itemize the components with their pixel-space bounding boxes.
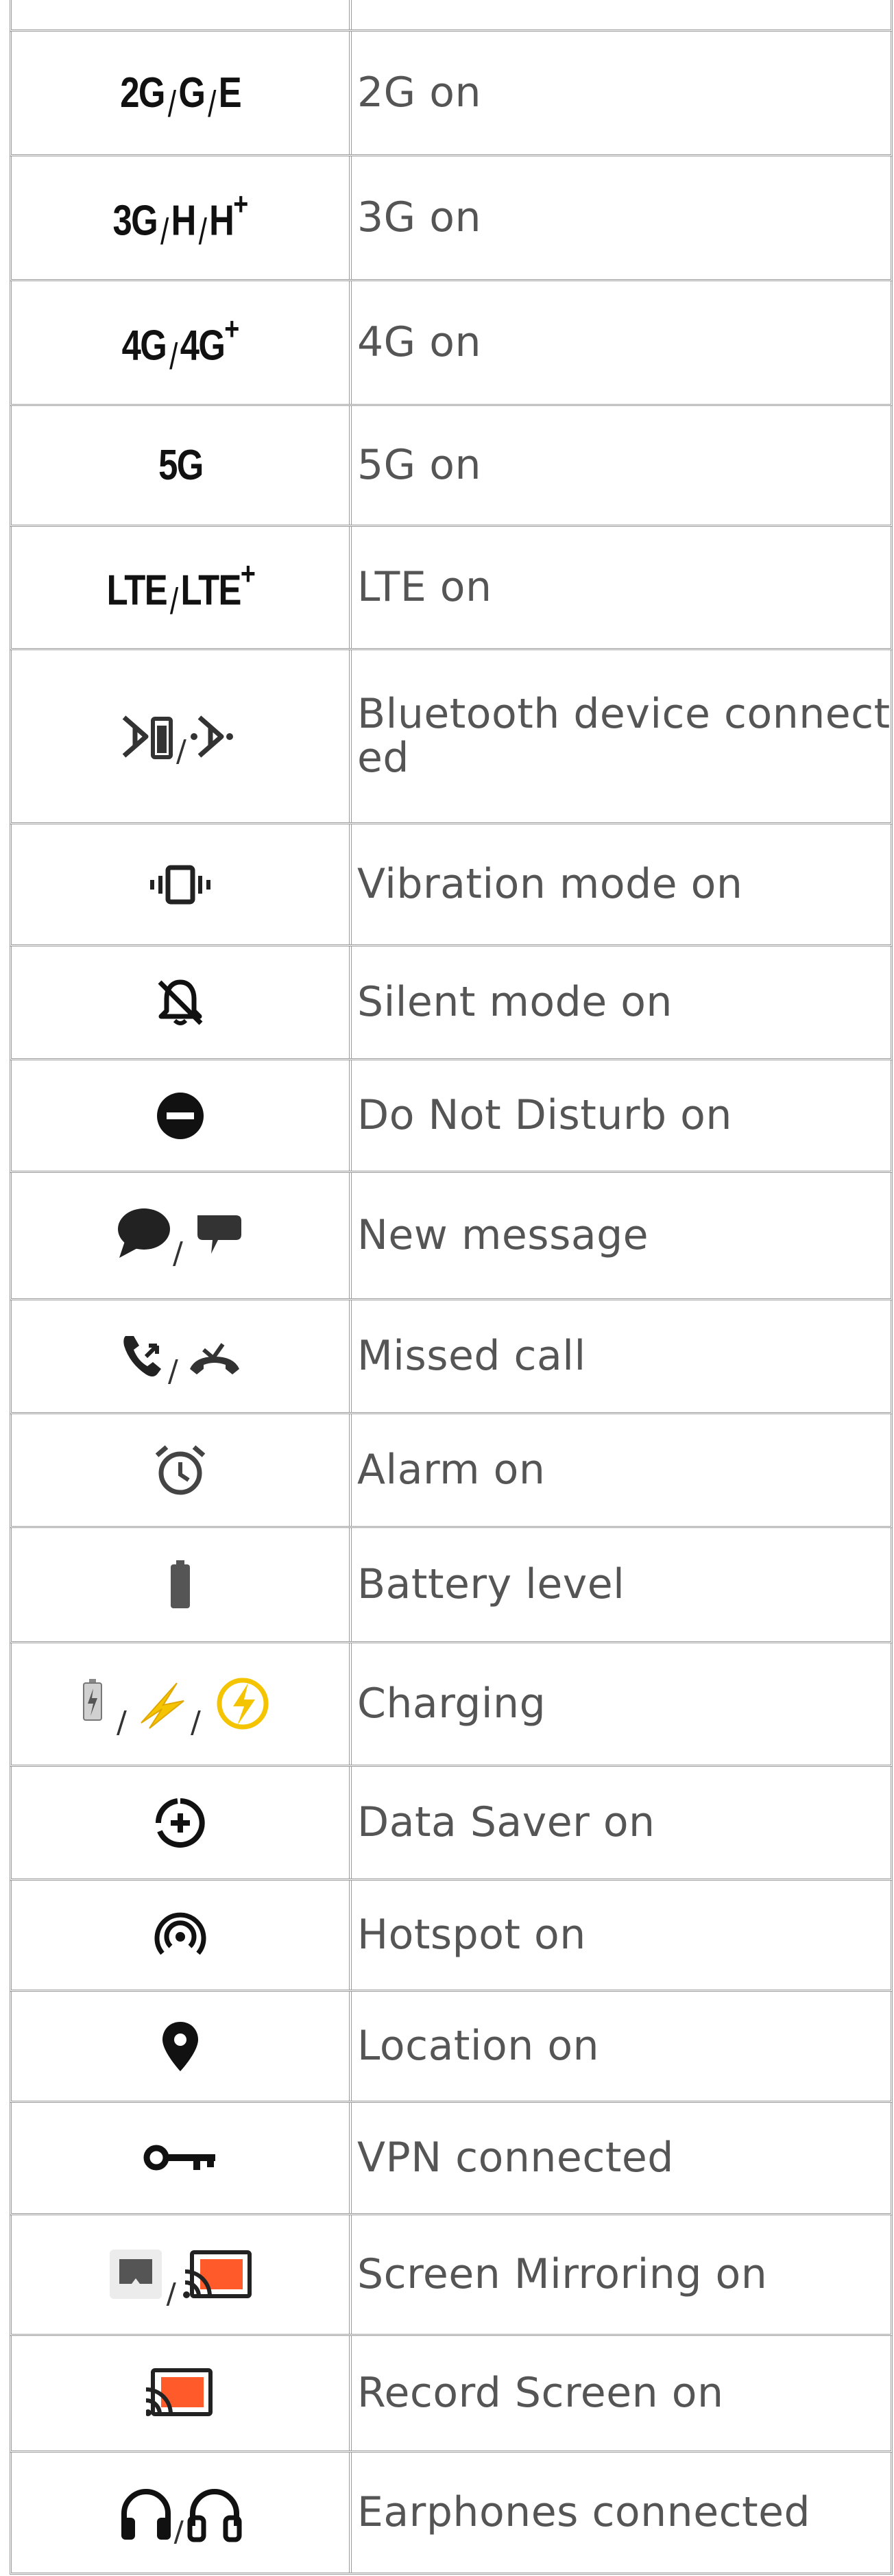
svg-text:/: /	[166, 2277, 176, 2306]
table-row: 4G/4G+ 4G on	[10, 281, 893, 406]
table-row: / / Charging	[10, 1643, 893, 1767]
table-row: Record Screen on	[10, 2336, 893, 2453]
svg-text:/: /	[173, 2515, 184, 2544]
do-not-disturb-icon	[154, 1090, 206, 1142]
description-cell: Silent mode on	[357, 977, 673, 1026]
icon-cell	[12, 1528, 352, 1641]
table-row: Silent mode on	[10, 946, 893, 1060]
battery-icon	[167, 1558, 194, 1612]
svg-text:/: /	[117, 1705, 127, 1735]
table-row: Alarm on	[10, 1414, 893, 1528]
screen-mirroring-icon: /	[108, 2244, 252, 2306]
network-4g-4gplus-icon: 4G/4G+	[121, 310, 240, 378]
description-cell: Bluetooth device connected	[357, 689, 891, 782]
svg-text:/: /	[173, 1236, 183, 1270]
table-row: Battery level	[10, 1528, 893, 1643]
charging-icon: / /	[81, 1673, 280, 1735]
table-row: / Missed call	[10, 1300, 893, 1414]
description-cell: Alarm on	[357, 1445, 546, 1494]
description-cell: 2G on	[357, 68, 481, 117]
location-icon	[160, 2019, 201, 2074]
description-cell: VPN connected	[357, 2133, 674, 2182]
icon-cell: / /	[12, 1643, 352, 1765]
description-cell: 3G on	[357, 193, 481, 241]
description-cell: Missed call	[357, 1331, 586, 1380]
icon-cell: /	[12, 1300, 352, 1412]
silent-mode-icon	[153, 975, 208, 1030]
table-row: / Screen Mirroring on	[10, 2215, 893, 2336]
icon-cell: /	[12, 650, 352, 822]
network-lte-lteplus-icon: LTE/LTE+	[106, 555, 255, 623]
table-row: LTE/LTE+ LTE on	[10, 527, 893, 650]
screen-record-icon	[146, 2366, 215, 2421]
description-cell: Earphones connected	[357, 2488, 811, 2536]
description-cell: LTE on	[357, 562, 492, 611]
table-row: Data Saver on	[10, 1767, 893, 1881]
description-cell: Vibration mode on	[357, 859, 743, 908]
svg-text:/: /	[168, 1354, 178, 1384]
icon-cell	[12, 0, 352, 29]
description-cell: 4G on	[357, 318, 481, 366]
icon-cell	[12, 1767, 352, 1879]
table-row: Do Not Disturb on	[10, 1060, 893, 1173]
table-row: / Bluetooth device connected	[10, 650, 893, 824]
table-row: 2G/G/E 2G on	[10, 32, 893, 156]
icon-cell	[12, 946, 352, 1058]
description-cell: Charging	[357, 1679, 546, 1728]
bluetooth-connected-icon: /	[112, 702, 249, 771]
description-cell: Screen Mirroring on	[357, 2250, 768, 2298]
icon-cell: LTE/LTE+	[12, 527, 352, 648]
status-icon-table: 2G/G/E 2G on 3G/H/H+ 3G on 4G/4G+ 4G on …	[10, 0, 893, 2575]
description-cell: Location on	[357, 2021, 600, 2070]
icon-cell: /	[12, 2215, 352, 2334]
icon-cell: 3G/H/H+	[12, 156, 352, 279]
icon-cell	[12, 1414, 352, 1526]
icon-cell	[12, 1992, 352, 2101]
table-row: 5G 5G on	[10, 406, 893, 527]
description-cell: Battery level	[357, 1560, 625, 1608]
alarm-icon	[152, 1442, 209, 1499]
description-cell	[352, 0, 891, 29]
description-cell: Data Saver on	[357, 1798, 655, 1846]
table-row: VPN connected	[10, 2103, 893, 2215]
network-5g-icon: 5G	[158, 442, 204, 489]
description-cell: 5G on	[357, 440, 481, 489]
icon-cell: /	[12, 2453, 352, 2573]
vpn-key-icon	[143, 2141, 218, 2175]
table-row: / New message	[10, 1173, 893, 1300]
description-cell: Record Screen on	[357, 2368, 724, 2417]
description-cell: Hotspot on	[357, 1910, 586, 1959]
icon-cell	[12, 2336, 352, 2450]
description-cell: New message	[357, 1211, 649, 1259]
message-icon: /	[115, 1202, 245, 1270]
table-row: Location on	[10, 1992, 893, 2103]
table-row	[10, 0, 893, 32]
network-3g-h-hplus-icon: 3G/H/H+	[112, 185, 249, 253]
svg-text:/: /	[176, 734, 186, 769]
table-row: Vibration mode on	[10, 824, 893, 946]
icon-cell: 2G/G/E	[12, 32, 352, 154]
icon-cell: 4G/4G+	[12, 281, 352, 404]
icon-cell	[12, 1881, 352, 1990]
earphones-icon: /	[119, 2482, 242, 2544]
icon-cell: /	[12, 1173, 352, 1298]
icon-cell	[12, 2103, 352, 2213]
table-row: 3G/H/H+ 3G on	[10, 156, 893, 281]
hotspot-icon	[153, 1908, 208, 1963]
svg-text:/: /	[191, 1705, 201, 1735]
table-row: / Earphones connected	[10, 2453, 893, 2575]
table-row: Hotspot on	[10, 1881, 893, 1992]
icon-cell	[12, 1060, 352, 1171]
icon-cell	[12, 824, 352, 944]
vibration-icon	[146, 861, 215, 909]
missed-call-icon: /	[119, 1329, 242, 1384]
data-saver-icon	[153, 1796, 208, 1850]
icon-cell: 5G	[12, 406, 352, 525]
network-2g-g-e-icon: 2G/G/E	[120, 69, 241, 125]
description-cell: Do Not Disturb on	[357, 1090, 732, 1139]
